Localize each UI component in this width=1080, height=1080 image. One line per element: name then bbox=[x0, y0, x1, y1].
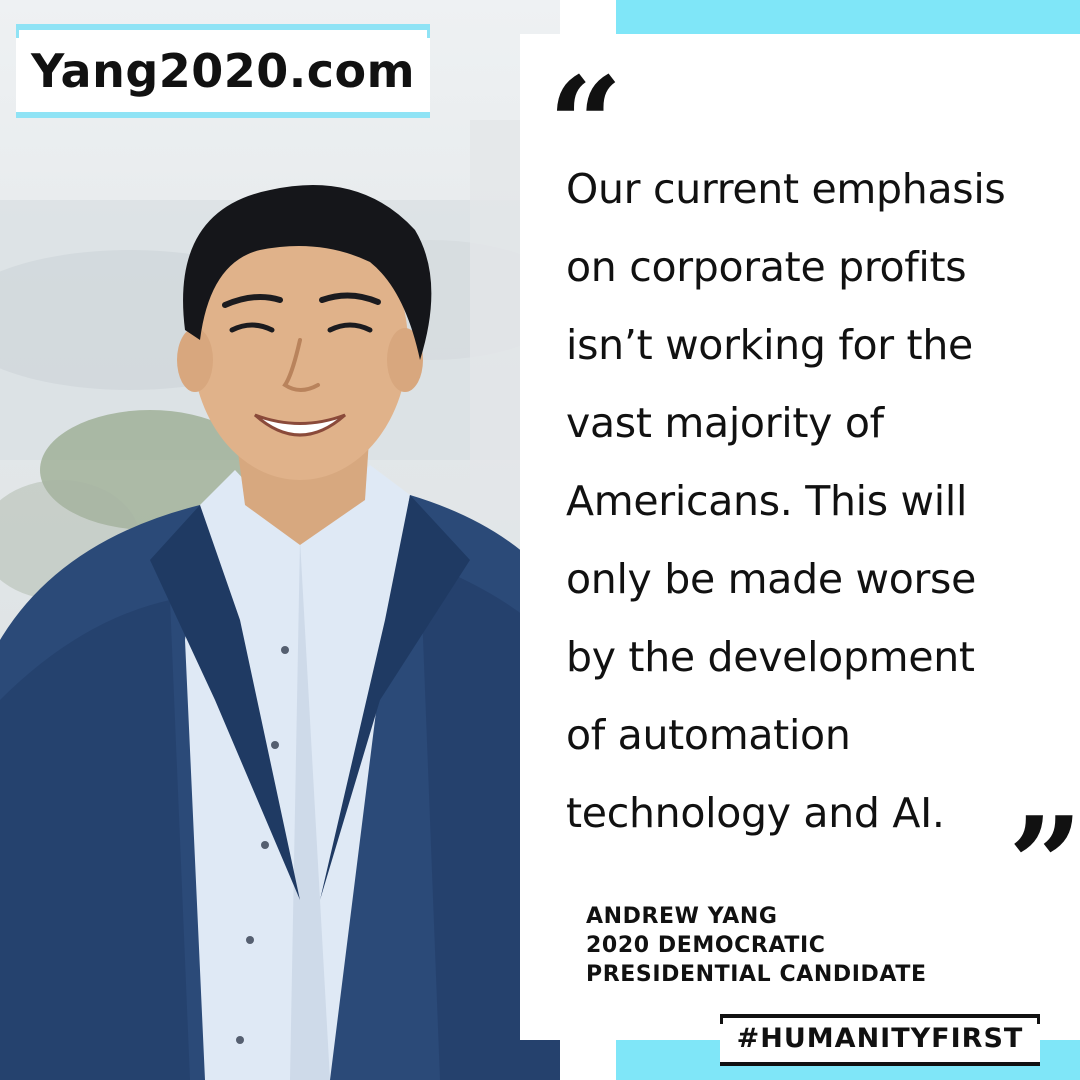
hashtag-label[interactable]: #HUMANITYFIRST bbox=[720, 1023, 1040, 1054]
speaker-title-line-1: 2020 DEMOCRATIC bbox=[586, 933, 826, 958]
speaker-title-line-2: PRESIDENTIAL CANDIDATE bbox=[586, 962, 927, 987]
hashtag-box: #HUMANITYFIRST bbox=[720, 1014, 1040, 1066]
speaker-photo bbox=[0, 0, 560, 1080]
quote-graphic: Yang2020.com “ Our current emphasis on c… bbox=[0, 0, 1080, 1080]
website-label[interactable]: Yang2020.com bbox=[16, 44, 430, 98]
accent-bar-top bbox=[616, 0, 1080, 34]
speaker-name: ANDREW YANG bbox=[586, 904, 778, 929]
close-quote-icon: ” bbox=[1008, 788, 1080, 941]
quote-line: technology and AI. bbox=[566, 789, 945, 837]
quote-line: of automation bbox=[566, 711, 851, 759]
quote-line: Our current emphasis bbox=[566, 165, 1006, 213]
quote-line: on corporate profits bbox=[566, 243, 967, 291]
quote-line: by the development bbox=[566, 633, 975, 681]
quote-line: isn’t working for the bbox=[566, 321, 973, 369]
quote-line: Americans. This will bbox=[566, 477, 968, 525]
website-label-box: Yang2020.com bbox=[16, 24, 430, 118]
quote-line: only be made worse bbox=[566, 555, 977, 603]
attribution: ANDREW YANG 2020 DEMOCRATIC PRESIDENTIAL… bbox=[586, 902, 927, 989]
quote-body: Our current emphasis on corporate profit… bbox=[566, 150, 1066, 852]
quote-line: vast majority of bbox=[566, 399, 884, 447]
speaker-illustration bbox=[0, 120, 560, 1080]
